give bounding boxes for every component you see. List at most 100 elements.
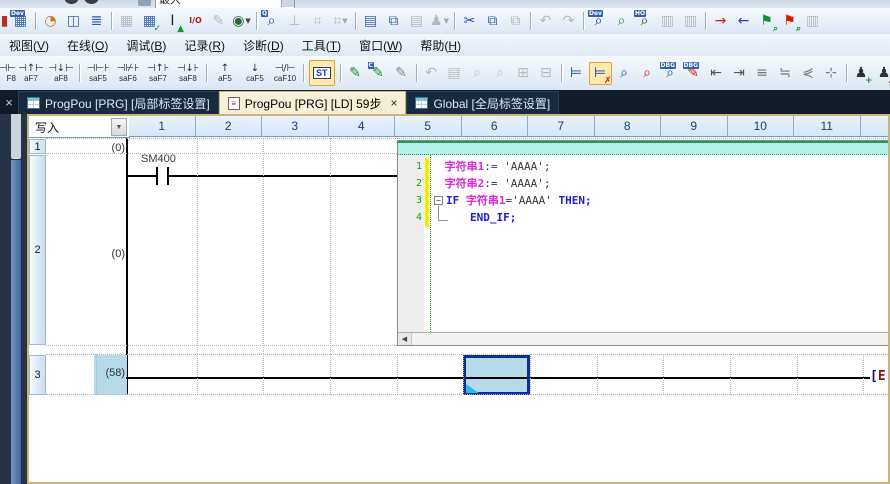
watch1-disabled-icon[interactable]: ⌗ <box>307 11 328 32</box>
tab-0[interactable]: ProgPou [PRG] [局部标签设置] <box>18 91 219 114</box>
align-top-icon[interactable]: ≡ <box>752 63 773 84</box>
invert-result-button[interactable]: ⊣/⊢caF10 <box>270 58 300 88</box>
find-instruction-icon[interactable]: ⌕ <box>611 11 632 32</box>
redo-disabled-icon[interactable]: ↷ <box>558 11 579 32</box>
st-code-line-1[interactable]: 1 字符串1:= 'AAAA'; <box>398 158 888 175</box>
menu-item-7[interactable]: 帮助(H) <box>411 35 470 56</box>
device-list-disabled-icon[interactable]: ▥ <box>680 11 701 32</box>
delete-row-disabled-icon[interactable]: ⊟ <box>536 63 557 84</box>
copy-icon[interactable]: ⧉ <box>482 11 503 32</box>
watch-start-icon[interactable]: ◔ <box>40 11 61 32</box>
open-branch-button[interactable]: ⊣⊢⊦saF5 <box>83 58 113 88</box>
menu-item-2[interactable]: 调试(B) <box>117 35 175 56</box>
chevron-down-icon[interactable]: ▼ <box>111 118 127 136</box>
menu-item-4[interactable]: 诊断(D) <box>234 35 293 56</box>
contact-device-label[interactable]: SM400 <box>141 153 176 165</box>
rising-pulse-button[interactable]: ⊣↑⊢aF7 <box>16 58 46 88</box>
vertical-line-delete-button[interactable]: ↓caF5 <box>240 58 270 88</box>
verify-with-plc-icon[interactable]: ⚑⌕ <box>756 11 777 32</box>
cross-reference-disabled-icon[interactable]: ▥ <box>657 11 678 32</box>
cut-icon[interactable]: ✂ <box>459 11 480 32</box>
device-batch-monitor-disabled-icon[interactable]: ▦ <box>116 11 137 32</box>
intelligent-function-list-icon[interactable]: ≣ <box>86 11 107 32</box>
dialog-window-icon[interactable]: ⧉ <box>383 11 404 32</box>
edit-comment-icon[interactable]: ✎C <box>368 63 389 84</box>
io-forced-onoff-icon[interactable]: I/O <box>185 11 206 32</box>
display-tree-icon[interactable]: ⊨ <box>566 63 587 84</box>
close-branch-button[interactable]: ⊣⊬⊦saF6 <box>113 58 143 88</box>
scroll-left-arrow-icon[interactable]: ◀ <box>398 333 412 345</box>
debug-edit-icon[interactable]: ✎DBG <box>683 63 704 84</box>
undo-disabled-icon[interactable]: ↶ <box>535 11 556 32</box>
falling-pulse-button[interactable]: ⊣↓⊢aF8 <box>46 58 76 88</box>
st-code-line-2[interactable]: 2 字符串2:= 'AAAA'; <box>398 175 888 192</box>
clipped-combobox[interactable]: 最大 <box>155 0 295 8</box>
insert-row-disabled-icon[interactable]: ⊞ <box>513 63 534 84</box>
forced-clear-disabled-icon[interactable]: ✎ <box>208 11 229 32</box>
convert-disabled-icon[interactable]: ↶ <box>421 63 442 84</box>
menu-item-1[interactable]: 在线(O) <box>58 35 117 56</box>
find-prev-disabled-icon[interactable]: ⌕ <box>467 63 488 84</box>
insert-inline-st-box-button[interactable]: ST <box>309 60 335 86</box>
clipped-combobox-scroll[interactable] <box>281 0 294 7</box>
align-bottom-icon[interactable]: ≒ <box>775 63 796 84</box>
find-ladder-blue-icon[interactable]: ⌕ <box>614 63 635 84</box>
device-comment-view-icon[interactable]: ▦Dev <box>10 11 31 32</box>
edit-statement-icon[interactable]: ✎ <box>391 63 412 84</box>
collapse-minus-icon[interactable]: − <box>434 196 443 205</box>
remote-operation-icon[interactable]: ⚑⌕ <box>779 11 800 32</box>
menu-item-5[interactable]: 工具(T) <box>293 35 350 56</box>
find-device-icon[interactable]: ⌕Dev <box>588 11 609 32</box>
menu-item-6[interactable]: 窗口(W) <box>350 35 411 56</box>
st-horizontal-scrollbar[interactable]: ◀ <box>398 332 888 345</box>
row-number-2[interactable]: 2 <box>29 155 46 345</box>
st-code-line-4[interactable]: 4END_IF; <box>398 209 888 226</box>
watch-monitor-icon[interactable]: ◫ <box>63 11 84 32</box>
rising-branch-button[interactable]: ⊣↑⊦saF7 <box>143 58 173 88</box>
tab-2[interactable]: Global [全局标签设置] <box>406 91 559 114</box>
read-from-plc-icon[interactable]: ← <box>733 11 754 32</box>
insert-connector-disabled-icon[interactable]: ⊥ <box>284 11 305 32</box>
watch2-disabled-icon[interactable]: ⌗▼ <box>330 11 351 32</box>
tab-1[interactable]: ≡ProgPou [PRG] [LD] 59步× <box>219 91 407 114</box>
find-ladder-red-icon[interactable]: ⌕ <box>637 63 658 84</box>
row-number-1[interactable]: 1 <box>29 139 46 154</box>
vertical-line-button[interactable]: ↑aF5 <box>210 58 240 88</box>
dock-scroll-track[interactable] <box>11 160 21 484</box>
memo-window-icon[interactable]: ▤ <box>360 11 381 32</box>
edit-test-mode-icon[interactable]: I▲ <box>162 11 183 32</box>
list-window-disabled-icon[interactable]: ▤ <box>406 11 427 32</box>
st-code-area[interactable]: 1 字符串1:= 'AAAA';2 字符串2:= 'AAAA';3IF 字符串1… <box>398 155 888 332</box>
dock-grip-handle[interactable] <box>11 114 21 159</box>
ladder-grid-body[interactable]: SM400 [E 1 字符串1:= 'AAAA';2 字符串2:= 'AAAA'… <box>29 138 888 482</box>
menu-item-0[interactable]: 视图(V) <box>0 35 58 56</box>
close-icon[interactable]: × <box>0 90 18 114</box>
clipped-right-icon-icon[interactable]: ▥ <box>802 11 823 32</box>
clipped-left-icon-icon[interactable]: ▮ <box>1 11 8 32</box>
shift-right-icon[interactable]: ⇥ <box>729 63 750 84</box>
row-number-3[interactable]: 3 <box>29 355 46 395</box>
statement-insert-icon[interactable]: ⊹ <box>821 63 842 84</box>
find-next-disabled-icon[interactable]: ⌕ <box>490 63 511 84</box>
st-box-title-strip[interactable] <box>398 141 888 155</box>
register-device-icon[interactable]: ♟+ <box>851 63 872 84</box>
open-contact-button[interactable]: ⊣⊢F8 <box>0 58 16 88</box>
program-check-icon[interactable]: ⋞ <box>798 63 819 84</box>
falling-branch-button[interactable]: ⊣↓⊦saF8 <box>173 58 203 88</box>
paste-disabled-icon[interactable]: ⧉ <box>505 11 526 32</box>
inline-st-box[interactable]: 1 字符串1:= 'AAAA';2 字符串2:= 'AAAA';3IF 字符串1… <box>397 140 888 346</box>
display-tree-check-icon[interactable]: ⊨✗ <box>589 62 612 85</box>
unregister-device-icon[interactable]: ♟✗ <box>874 63 890 84</box>
write-to-plc-icon[interactable]: → <box>710 11 731 32</box>
debug-find-icon[interactable]: ⌕DBG <box>660 63 681 84</box>
zoom-window-icon[interactable]: ⌕Q <box>261 11 282 32</box>
user-window-disabled-icon[interactable]: ♟▼ <box>429 11 450 32</box>
shift-left-icon[interactable]: ⇤ <box>706 63 727 84</box>
st-code-line-3[interactable]: 3IF 字符串1='AAAA' THEN; <box>398 192 888 209</box>
device-batch-monitor-icon[interactable]: ▦✓ <box>139 11 160 32</box>
edit-ladder-icon[interactable]: ✎ <box>345 63 366 84</box>
find-string-icon[interactable]: ⌕HO <box>634 11 655 32</box>
menu-item-3[interactable]: 记录(R) <box>175 35 234 56</box>
statement-list-disabled-icon[interactable]: ▤ <box>444 63 465 84</box>
tab-close-icon[interactable]: × <box>390 96 397 110</box>
